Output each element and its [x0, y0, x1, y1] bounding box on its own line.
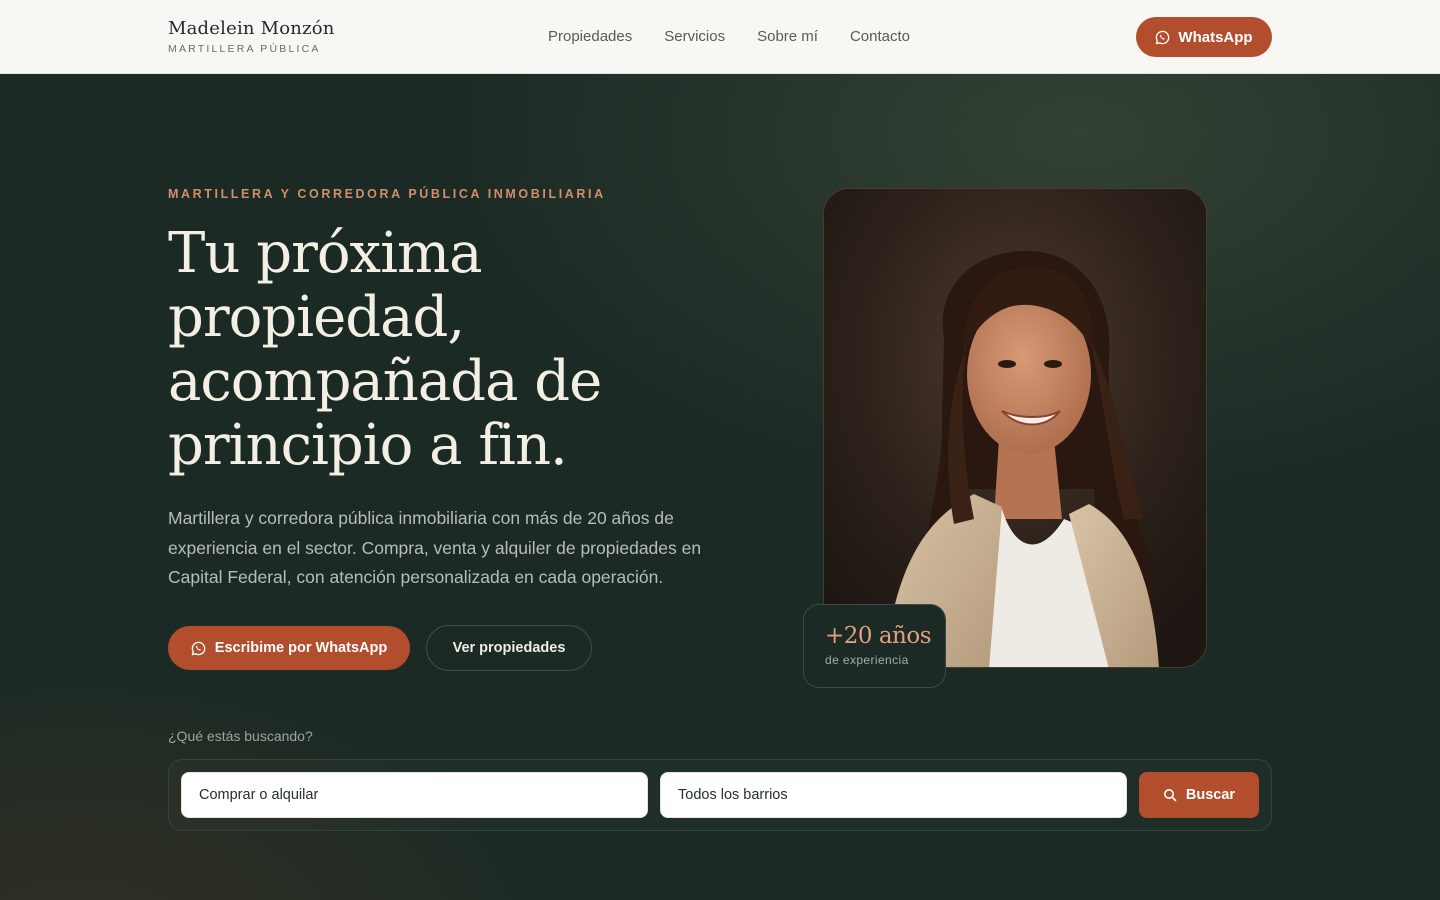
- brand-subtitle: MARTILLERA PÚBLICA: [168, 43, 321, 55]
- hero-description: Martillera y corredora pública inmobilia…: [168, 508, 702, 587]
- brand-logo[interactable]: Madelein Monzón MARTILLERA PÚBLICA: [168, 18, 335, 55]
- whatsapp-cta-button[interactable]: Escribime por WhatsApp: [168, 626, 410, 670]
- search-button-label: Buscar: [1185, 787, 1236, 803]
- operation-select[interactable]: Comprar o alquilar: [181, 772, 648, 818]
- neighborhood-select[interactable]: Todos los barrios: [660, 772, 1127, 818]
- whatsapp-header-button[interactable]: WhatsApp: [1136, 17, 1272, 57]
- hero-section: MARTILLERA Y CORREDORA PÚBLICA INMOBILIA…: [0, 74, 1440, 900]
- nav-item-propiedades[interactable]: Propiedades: [548, 27, 632, 47]
- hero-headline: Tu próxima propiedad, acompañada de prin…: [168, 221, 602, 478]
- experience-years: +20 años: [825, 623, 932, 649]
- hero-eyebrow: MARTILLERA Y CORREDORA PÚBLICA INMOBILIA…: [168, 187, 606, 201]
- whatsapp-icon: [191, 641, 206, 655]
- whatsapp-cta-label: Escribime por WhatsApp: [214, 640, 388, 656]
- property-search-bar: Comprar o alquilar Todos los barrios Bus…: [168, 759, 1272, 831]
- nav-item-contacto[interactable]: Contacto: [850, 27, 910, 47]
- brand-name: Madelein Monzón: [168, 18, 335, 39]
- search-button[interactable]: Buscar: [1139, 772, 1259, 818]
- nav-item-sobre-mi[interactable]: Sobre mí: [757, 27, 818, 47]
- site-header: Madelein Monzón MARTILLERA PÚBLICA Propi…: [0, 0, 1440, 74]
- whatsapp-icon: [1156, 30, 1170, 44]
- view-properties-button[interactable]: Ver propiedades: [426, 625, 592, 671]
- portrait-illustration: [824, 189, 1206, 667]
- experience-badge: +20 años de experiencia: [803, 604, 946, 688]
- experience-caption: de experiencia: [825, 653, 909, 667]
- search-label: ¿Qué estás buscando?: [168, 728, 313, 744]
- search-icon: [1163, 789, 1177, 802]
- portrait-photo: [823, 188, 1207, 668]
- whatsapp-header-label: WhatsApp: [1178, 28, 1253, 46]
- nav-item-servicios[interactable]: Servicios: [664, 27, 725, 47]
- main-nav: Propiedades Servicios Sobre mí Contacto: [548, 27, 942, 47]
